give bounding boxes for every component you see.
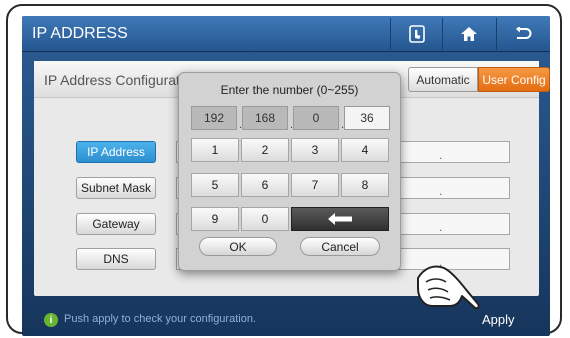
apply-button[interactable]: Apply: [482, 312, 515, 327]
key-4[interactable]: 4: [341, 138, 389, 162]
keypad-prompt: Enter the number (0~255): [220, 83, 359, 97]
key-1[interactable]: 1: [191, 138, 239, 162]
key-6[interactable]: 6: [241, 173, 289, 197]
dns-button[interactable]: DNS: [76, 248, 156, 270]
info-icon: i: [44, 313, 58, 327]
touch-icon: [408, 25, 425, 43]
subnet-mask-button[interactable]: Subnet Mask: [76, 177, 156, 199]
ok-button[interactable]: OK: [199, 237, 277, 256]
automatic-button[interactable]: Automatic: [408, 67, 478, 92]
user-config-button[interactable]: User Config: [478, 67, 550, 92]
key-9[interactable]: 9: [191, 207, 239, 231]
key-7[interactable]: 7: [291, 173, 339, 197]
ip-address-button[interactable]: IP Address: [76, 141, 156, 163]
back-icon: [515, 27, 531, 39]
hand-pointer-icon: [417, 265, 480, 310]
page-title: IP ADDRESS: [32, 25, 128, 42]
key-5[interactable]: 5: [191, 173, 239, 197]
field-dot: .: [439, 220, 443, 234]
backspace-button[interactable]: [291, 207, 389, 231]
panel-title: IP Address Configuration: [44, 72, 199, 88]
field-dot: .: [439, 184, 443, 198]
key-3[interactable]: 3: [291, 138, 339, 162]
backspace-icon: [328, 213, 352, 225]
touch-button[interactable]: [390, 18, 442, 50]
gateway-button[interactable]: Gateway: [76, 213, 156, 235]
back-button[interactable]: [496, 18, 548, 50]
title-bar: IP ADDRESS: [22, 16, 550, 52]
octet-3[interactable]: 0: [293, 106, 339, 130]
number-keypad: Enter the number (0~255) 192 . 168 . 0 .…: [178, 72, 401, 271]
status-message: Push apply to check your configuration.: [64, 313, 257, 325]
key-0[interactable]: 0: [241, 207, 289, 231]
cancel-button[interactable]: Cancel: [300, 237, 380, 256]
key-2[interactable]: 2: [241, 138, 289, 162]
octet-2[interactable]: 168: [242, 106, 288, 130]
home-icon: [460, 27, 477, 41]
octet-1[interactable]: 192: [191, 106, 237, 130]
home-button[interactable]: [442, 18, 494, 50]
field-dot: .: [439, 148, 443, 162]
octet-4[interactable]: 36: [344, 106, 390, 130]
key-8[interactable]: 8: [341, 173, 389, 197]
